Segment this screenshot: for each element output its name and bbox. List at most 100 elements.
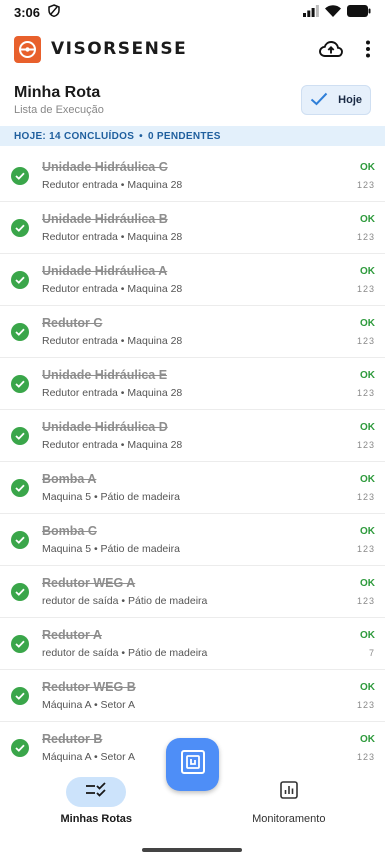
- item-location: redutor de saída • Pátio de madeira: [42, 647, 208, 659]
- item-status: OK: [360, 161, 375, 173]
- check-circle-icon: [11, 218, 29, 237]
- more-vert-icon[interactable]: [365, 40, 371, 58]
- item-code: 123: [356, 335, 375, 346]
- nav-label: Monitoramento: [252, 813, 326, 825]
- today-filter-button[interactable]: Hoje: [301, 85, 371, 115]
- list-item[interactable]: Unidade Hidráulica C Redutor entrada • Ma…: [0, 150, 385, 202]
- list-item[interactable]: Unidade Hidráulica D Redutor entrada • Ma…: [0, 410, 385, 462]
- summary-bar: HOJE: 14 CONCLUÍDOS • 0 PENDENTES: [0, 126, 385, 146]
- list-item[interactable]: Bomba C Maquina 5 • Pátio de madeira OK 12…: [0, 514, 385, 566]
- check-circle-icon: [11, 582, 29, 601]
- item-code: 123: [356, 439, 375, 450]
- item-location: Redutor entrada • Maquina 28: [42, 231, 183, 243]
- check-icon: [310, 92, 328, 109]
- wifi-icon: [325, 4, 341, 20]
- item-location: Redutor entrada • Maquina 28: [42, 439, 183, 451]
- item-status: OK: [360, 265, 375, 277]
- home-indicator: [142, 848, 242, 852]
- list-item[interactable]: Redutor WEG B Máquina A • Setor A OK 123: [0, 670, 385, 722]
- list-item[interactable]: Redutor WEG A redutor de saída • Pátio de…: [0, 566, 385, 618]
- item-location: Maquina 5 • Pátio de madeira: [42, 543, 180, 555]
- item-name: Unidade Hidráulica D: [42, 420, 168, 434]
- item-location: Maquina 5 • Pátio de madeira: [42, 491, 180, 503]
- check-circle-icon: [11, 478, 29, 497]
- check-circle-icon: [11, 322, 29, 341]
- item-name: Bomba C: [42, 524, 97, 538]
- signal-icon: [303, 4, 319, 20]
- summary-separator: •: [139, 130, 143, 142]
- item-location: Redutor entrada • Maquina 28: [42, 179, 183, 191]
- list-item[interactable]: Unidade Hidráulica A Redutor entrada • Ma…: [0, 254, 385, 306]
- item-location: redutor de saída • Pátio de madeira: [42, 595, 208, 607]
- today-filter-label: Hoje: [338, 94, 362, 106]
- item-name: Redutor WEG B: [42, 680, 136, 694]
- item-code: 123: [356, 699, 375, 710]
- item-status: OK: [360, 629, 375, 641]
- item-name: Unidade Hidráulica C: [42, 160, 168, 174]
- battery-icon: [347, 4, 371, 20]
- item-status: OK: [360, 473, 375, 485]
- nav-active-indicator: [66, 777, 127, 807]
- nfc-scan-icon: [180, 749, 206, 780]
- item-code: 123: [356, 491, 375, 502]
- nav-icon-container: [259, 777, 319, 807]
- item-status: OK: [360, 577, 375, 589]
- page-subtitle: Lista de Execução: [14, 104, 104, 116]
- status-bar: 3:06: [0, 0, 385, 24]
- shield-icon: [48, 4, 60, 20]
- nav-minhas-rotas[interactable]: Minhas Rotas: [0, 765, 193, 835]
- item-status: OK: [360, 525, 375, 537]
- item-name: Unidade Hidráulica E: [42, 368, 168, 382]
- list-item[interactable]: Unidade Hidráulica B Redutor entrada • Ma…: [0, 202, 385, 254]
- chart-icon: [279, 780, 298, 804]
- nfc-scan-button[interactable]: [166, 738, 219, 791]
- cloud-upload-icon[interactable]: [319, 40, 343, 58]
- checklist-icon: [85, 781, 107, 803]
- nav-monitoramento[interactable]: Monitoramento: [193, 765, 385, 835]
- app-bar: VISORSENSE: [0, 24, 385, 74]
- brand-logo-icon: [14, 35, 41, 63]
- item-code: 123: [356, 543, 375, 554]
- check-circle-icon: [11, 374, 29, 393]
- item-code: 123: [356, 283, 375, 294]
- item-location: Redutor entrada • Maquina 28: [42, 387, 183, 399]
- route-header: Minha Rota Lista de Execução Hoje: [0, 74, 385, 120]
- check-circle-icon: [11, 634, 29, 653]
- list-item[interactable]: Unidade Hidráulica E Redutor entrada • Ma…: [0, 358, 385, 410]
- item-code: 123: [356, 595, 375, 606]
- status-time: 3:06: [14, 4, 41, 20]
- check-circle-icon: [11, 738, 29, 757]
- item-name: Redutor A: [42, 628, 102, 642]
- item-location: Máquina A • Setor A: [42, 699, 135, 711]
- item-name: Redutor C: [42, 316, 103, 330]
- item-status: OK: [360, 681, 375, 693]
- item-code: 123: [356, 231, 375, 242]
- summary-pending: 0 PENDENTES: [147, 130, 221, 142]
- item-location: Redutor entrada • Maquina 28: [42, 283, 183, 295]
- item-status: OK: [360, 317, 375, 329]
- nav-label: Minhas Rotas: [60, 813, 132, 825]
- item-name: Unidade Hidráulica B: [42, 212, 168, 226]
- item-code: 123: [356, 751, 375, 762]
- item-name: Redutor WEG A: [42, 576, 136, 590]
- item-name: Unidade Hidráulica A: [42, 264, 168, 278]
- check-circle-icon: [11, 686, 29, 705]
- item-location: Redutor entrada • Maquina 28: [42, 335, 183, 347]
- item-status: OK: [360, 369, 375, 381]
- list-item[interactable]: Redutor C Redutor entrada • Maquina 28 OK…: [0, 306, 385, 358]
- brand-name: VISORSENSE: [51, 39, 188, 59]
- check-circle-icon: [11, 270, 29, 289]
- item-name: Bomba A: [42, 472, 97, 486]
- check-circle-icon: [11, 166, 29, 185]
- check-circle-icon: [11, 530, 29, 549]
- summary-done: HOJE: 14 CONCLUÍDOS: [14, 130, 135, 142]
- list-item[interactable]: Bomba A Maquina 5 • Pátio de madeira OK 12…: [0, 462, 385, 514]
- list-item[interactable]: Redutor A redutor de saída • Pátio de mad…: [0, 618, 385, 670]
- item-code: 123: [356, 179, 375, 190]
- check-circle-icon: [11, 426, 29, 445]
- item-code: 123: [356, 387, 375, 398]
- item-status: OK: [360, 421, 375, 433]
- item-code: 7: [368, 647, 375, 658]
- task-list: Unidade Hidráulica C Redutor entrada • Ma…: [0, 150, 385, 774]
- item-status: OK: [360, 733, 375, 745]
